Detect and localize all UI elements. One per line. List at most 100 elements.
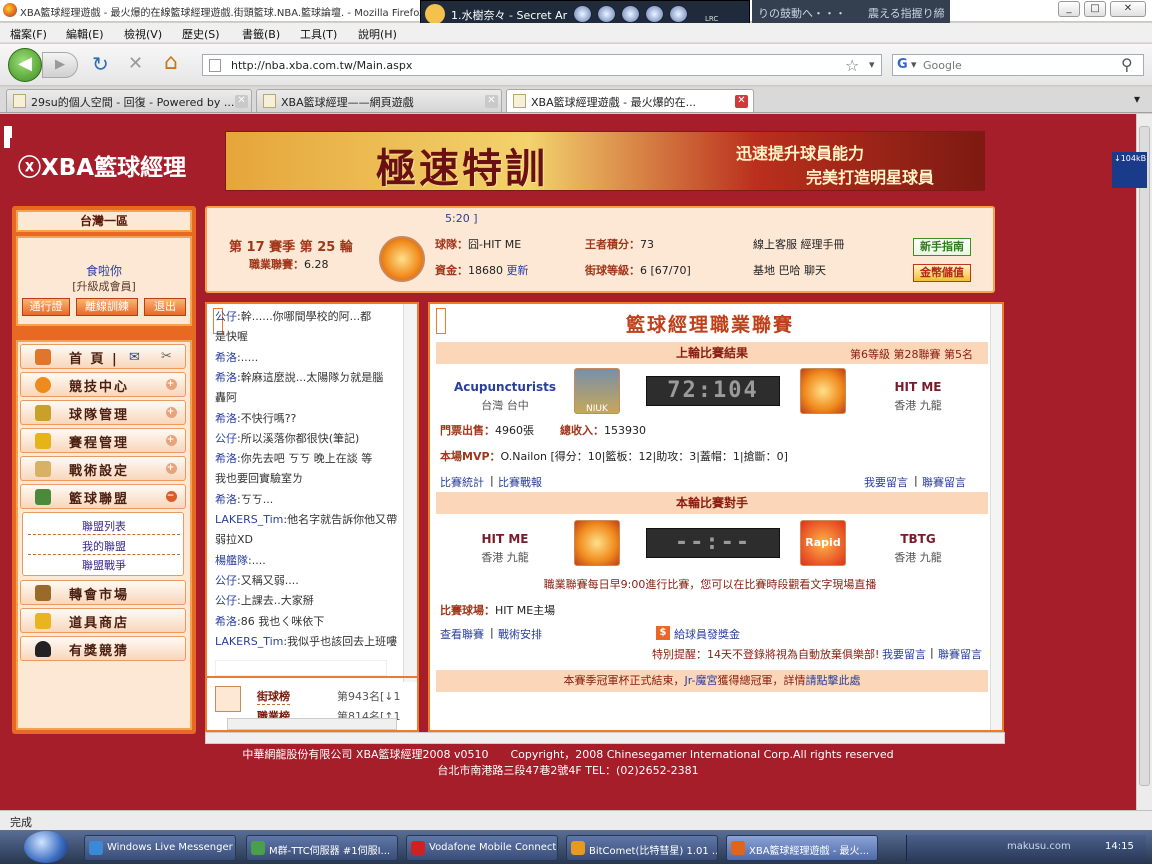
- rank-hscrollbar[interactable]: [227, 718, 397, 730]
- search-engine-dropdown-icon[interactable]: ▾: [911, 58, 917, 71]
- expand-icon[interactable]: +: [166, 463, 177, 474]
- xba-logo[interactable]: ⓧXBA籃球經理: [10, 138, 194, 186]
- next-home-logo[interactable]: [574, 520, 620, 566]
- passport-button[interactable]: 通行證: [22, 298, 70, 316]
- logout-button[interactable]: 退出: [144, 298, 186, 316]
- tab-xba-webgame[interactable]: XBA籃球經理——網頁遊戲 ✕: [256, 89, 502, 112]
- menu-edit[interactable]: 編輯(E): [66, 26, 104, 42]
- chat-sender[interactable]: 楊艦隊: [215, 554, 248, 567]
- menu-history[interactable]: 歷史(S): [182, 26, 220, 42]
- forward-button[interactable]: ▶: [42, 52, 78, 78]
- chat-sender[interactable]: 公仔: [215, 432, 237, 445]
- frame-hscrollbar[interactable]: [205, 732, 1005, 744]
- gold-topup-button[interactable]: 金幣儲值: [913, 264, 971, 282]
- taskbar-item[interactable]: XBA籃球經理遊戲 - 最火...: [726, 835, 878, 861]
- view-league-link[interactable]: 查看聯賽: [440, 626, 484, 642]
- tab-xba-main[interactable]: XBA籃球經理遊戲 - 最火爆的在... ✕: [506, 89, 754, 112]
- search-input[interactable]: [923, 57, 1115, 73]
- chat-sender[interactable]: 希洛: [215, 615, 237, 628]
- reload-icon[interactable]: ↻: [92, 52, 109, 76]
- champion-team-link[interactable]: Jr-魔宮: [684, 674, 717, 687]
- taskbar-item[interactable]: Windows Live Messenger: [84, 835, 236, 861]
- tab-close-icon[interactable]: ✕: [485, 95, 498, 108]
- match-report-link[interactable]: 比賽戰報: [498, 474, 542, 490]
- url-dropdown-icon[interactable]: ▾: [869, 58, 875, 71]
- google-icon[interactable]: G: [897, 57, 908, 72]
- scroll-thumb[interactable]: [1139, 126, 1150, 786]
- search-icon[interactable]: ⚲: [1121, 55, 1133, 74]
- start-button[interactable]: [24, 831, 68, 863]
- url-bar[interactable]: http://nba.xba.com.tw/Main.aspx ☆ ▾: [202, 54, 882, 76]
- expand-icon[interactable]: +: [166, 435, 177, 446]
- next-away-logo[interactable]: Rapid: [800, 520, 846, 566]
- chat-sender[interactable]: 公仔: [215, 310, 237, 323]
- community-links[interactable]: 基地 巴哈 聊天: [753, 262, 826, 278]
- page-scrollbar[interactable]: [1136, 114, 1152, 810]
- tactics-link[interactable]: 戰術安排: [498, 626, 542, 642]
- nav-team[interactable]: 球隊管理 +: [20, 400, 186, 425]
- nav-schedule[interactable]: 賽程管理 +: [20, 428, 186, 453]
- nav-tactics[interactable]: 戰術設定 +: [20, 456, 186, 481]
- details-link[interactable]: 請點擊此處: [806, 674, 861, 687]
- league-list-link[interactable]: 聯盟列表: [28, 518, 180, 535]
- chat-sender[interactable]: 希洛: [215, 493, 237, 506]
- service-links[interactable]: 線上客服 經理手冊: [753, 236, 845, 252]
- comment-link-2[interactable]: 我要留言: [882, 646, 926, 662]
- expand-icon[interactable]: +: [166, 407, 177, 418]
- menu-help[interactable]: 說明(H): [358, 26, 397, 42]
- minimize-button[interactable]: _: [1058, 1, 1080, 17]
- tab-list-icon[interactable]: ▾: [1134, 92, 1140, 106]
- menu-tools[interactable]: 工具(T): [300, 26, 337, 42]
- match-stats-link[interactable]: 比賽統計: [440, 474, 484, 490]
- bookmark-star-icon[interactable]: ☆: [845, 56, 859, 75]
- maximize-button[interactable]: □: [1084, 1, 1106, 17]
- taskbar-item[interactable]: BitComet(比特彗星) 1.01 ...: [566, 835, 718, 861]
- eject-icon[interactable]: [669, 5, 688, 23]
- away-team-name[interactable]: HIT ME: [860, 380, 976, 394]
- member-level[interactable]: [升級成會員]: [18, 278, 190, 294]
- chat-sender[interactable]: 希洛: [215, 412, 237, 425]
- league-comment-link[interactable]: 聯賽留言: [922, 474, 966, 490]
- chat-sender[interactable]: 希洛: [215, 351, 237, 364]
- nav-league[interactable]: 籃球聯盟 −: [20, 484, 186, 509]
- previous-icon[interactable]: [597, 5, 616, 23]
- chat-sender[interactable]: LAKERS_Tim: [215, 635, 283, 648]
- tab-close-icon[interactable]: ✕: [735, 95, 748, 108]
- my-league-link[interactable]: 我的聯盟: [28, 538, 180, 555]
- league-comment-link-2[interactable]: 聯賽留言: [938, 646, 982, 662]
- menu-bookmarks[interactable]: 書籤(B): [242, 26, 280, 42]
- chat-sender[interactable]: LAKERS_Tim: [215, 513, 283, 526]
- home-icon[interactable]: ⌂: [164, 50, 178, 75]
- home-team-name[interactable]: Acupuncturists: [450, 380, 560, 394]
- street-rank-label[interactable]: 街球榜: [257, 688, 290, 705]
- url-text[interactable]: http://nba.xba.com.tw/Main.aspx: [231, 59, 412, 72]
- search-bar[interactable]: G ▾ ⚲: [892, 54, 1144, 76]
- chat-sender[interactable]: 公仔: [215, 594, 237, 607]
- taskbar-item[interactable]: M群-TTC伺服器 #1伺服I...: [246, 835, 398, 861]
- stop-icon[interactable]: [573, 5, 592, 23]
- bonus-link[interactable]: 給球員發獎金: [674, 626, 740, 642]
- tab-close-icon[interactable]: ✕: [235, 95, 248, 108]
- username[interactable]: 食啦你: [18, 262, 190, 279]
- nav-arena[interactable]: 競技中心 +: [20, 372, 186, 397]
- comment-link[interactable]: 我要留言: [864, 474, 908, 490]
- main-scrollbar[interactable]: [990, 304, 1002, 730]
- next-away-team[interactable]: TBTG: [860, 532, 976, 546]
- mail-icon[interactable]: ✉: [129, 350, 142, 365]
- next-home-team[interactable]: HIT ME: [450, 532, 560, 546]
- promo-banner[interactable]: 極速特訓 迅速提升球員能力 完美打造明星球員: [225, 131, 985, 191]
- stop-icon[interactable]: ✕: [128, 53, 143, 74]
- back-button[interactable]: ◀: [8, 48, 42, 82]
- next-icon[interactable]: [645, 5, 664, 23]
- chat-scrollbar[interactable]: [403, 304, 417, 682]
- newbie-guide-button[interactable]: 新手指南: [913, 238, 971, 256]
- league-war-link[interactable]: 聯盟戰爭: [28, 557, 180, 573]
- refresh-link[interactable]: 更新: [507, 264, 529, 277]
- chat-sender[interactable]: 希洛: [215, 371, 237, 384]
- close-button[interactable]: ✕: [1110, 1, 1146, 17]
- menu-file[interactable]: 檔案(F): [10, 26, 47, 42]
- home-team-logo[interactable]: NIUK: [574, 368, 620, 414]
- pause-icon[interactable]: [621, 5, 640, 23]
- nav-transfer[interactable]: 轉會市場: [20, 580, 186, 605]
- menu-view[interactable]: 檢視(V): [124, 26, 162, 42]
